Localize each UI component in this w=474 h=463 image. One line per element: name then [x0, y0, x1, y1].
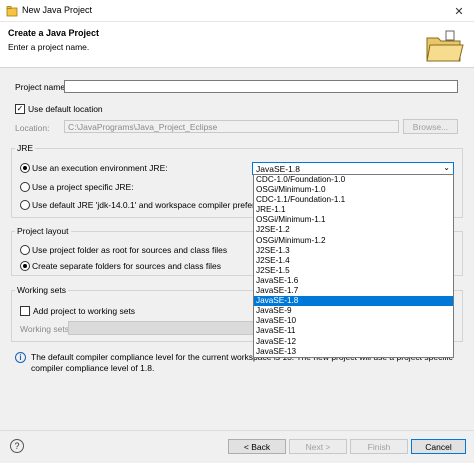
working-sets-field-label: Working sets: — [20, 324, 72, 334]
next-button[interactable]: Next > — [289, 439, 347, 454]
layout-radio-project-root[interactable] — [20, 245, 30, 255]
jre-option-label: Use a project specific JRE: — [32, 182, 134, 192]
dropdown-item[interactable]: OSGi/Minimum-1.0 — [254, 185, 453, 195]
execution-env-dropdown-list: CDC-1.0/Foundation-1.0 OSGi/Minimum-1.0 … — [253, 174, 454, 358]
jre-radio-project-specific[interactable] — [20, 182, 30, 192]
java-project-icon — [6, 6, 18, 17]
finish-button[interactable]: Finish — [350, 439, 408, 454]
info-icon: i — [15, 352, 26, 363]
project-layout-group-title: Project layout — [15, 226, 71, 236]
add-working-sets-checkbox[interactable] — [20, 306, 30, 316]
dropdown-item[interactable]: JavaSE-11 — [254, 326, 453, 336]
default-location-checkbox[interactable]: ✓ — [15, 104, 25, 114]
project-name-label: Project name: — [15, 82, 68, 92]
dropdown-item[interactable]: JavaSE-13 — [254, 347, 453, 357]
jre-group-title: JRE — [15, 143, 36, 153]
dropdown-item[interactable]: J2SE-1.4 — [254, 256, 453, 266]
location-input[interactable]: C:\JavaPrograms\Java_Project_Eclipse — [64, 120, 399, 133]
browse-button[interactable]: Browse... — [403, 119, 458, 134]
jre-radio-execution-env[interactable] — [20, 163, 30, 173]
project-name-input[interactable] — [64, 80, 458, 93]
chevron-down-icon[interactable]: ⌄ — [443, 163, 450, 172]
dropdown-item[interactable]: JavaSE-1.7 — [254, 286, 453, 296]
help-icon[interactable]: ? — [10, 439, 24, 453]
window-title: New Java Project — [22, 5, 93, 15]
dropdown-item[interactable]: JavaSE-10 — [254, 316, 453, 326]
add-working-sets-label: Add project to working sets — [33, 306, 136, 316]
jre-option-label: Use default JRE 'jdk-14.0.1' and workspa… — [32, 200, 278, 210]
execution-env-combo-value: JavaSE-1.8 — [256, 164, 300, 174]
page-title: Create a Java Project — [8, 28, 100, 38]
jre-option-label: Use an execution environment JRE: — [32, 163, 168, 173]
back-button[interactable]: < Back — [228, 439, 286, 454]
wizard-banner: Create a Java Project Enter a project na… — [0, 22, 474, 68]
location-label: Location: — [15, 123, 50, 133]
dropdown-item[interactable]: J2SE-1.3 — [254, 246, 453, 256]
folder-wizard-icon — [426, 30, 464, 62]
working-sets-group-title: Working sets — [15, 285, 68, 295]
dropdown-item[interactable]: JavaSE-1.6 — [254, 276, 453, 286]
working-sets-combo[interactable] — [68, 321, 258, 335]
jre-radio-default[interactable] — [20, 200, 30, 210]
dropdown-item[interactable]: CDC-1.0/Foundation-1.0 — [254, 175, 453, 185]
dropdown-item[interactable]: JavaSE-12 — [254, 337, 453, 347]
dropdown-item[interactable]: JavaSE-9 — [254, 306, 453, 316]
dropdown-item[interactable]: JavaSE-1.8 — [254, 296, 453, 307]
layout-option-label: Create separate folders for sources and … — [32, 261, 221, 271]
title-bar: New Java Project ✕ — [0, 0, 474, 22]
dropdown-item[interactable]: J2SE-1.5 — [254, 266, 453, 276]
cancel-button[interactable]: Cancel — [411, 439, 466, 454]
page-subtitle: Enter a project name. — [8, 42, 90, 52]
dropdown-item[interactable]: OSGi/Minimum-1.1 — [254, 215, 453, 225]
dropdown-item[interactable]: JRE-1.1 — [254, 205, 453, 215]
layout-option-label: Use project folder as root for sources a… — [32, 245, 228, 255]
dropdown-item[interactable]: CDC-1.1/Foundation-1.1 — [254, 195, 453, 205]
layout-radio-separate-folders[interactable] — [20, 261, 30, 271]
dropdown-item[interactable]: J2SE-1.2 — [254, 225, 453, 235]
close-icon[interactable]: ✕ — [444, 0, 474, 22]
default-location-label: Use default location — [28, 104, 103, 114]
dropdown-item[interactable]: OSGi/Minimum-1.2 — [254, 236, 453, 246]
footer-divider — [0, 430, 474, 431]
